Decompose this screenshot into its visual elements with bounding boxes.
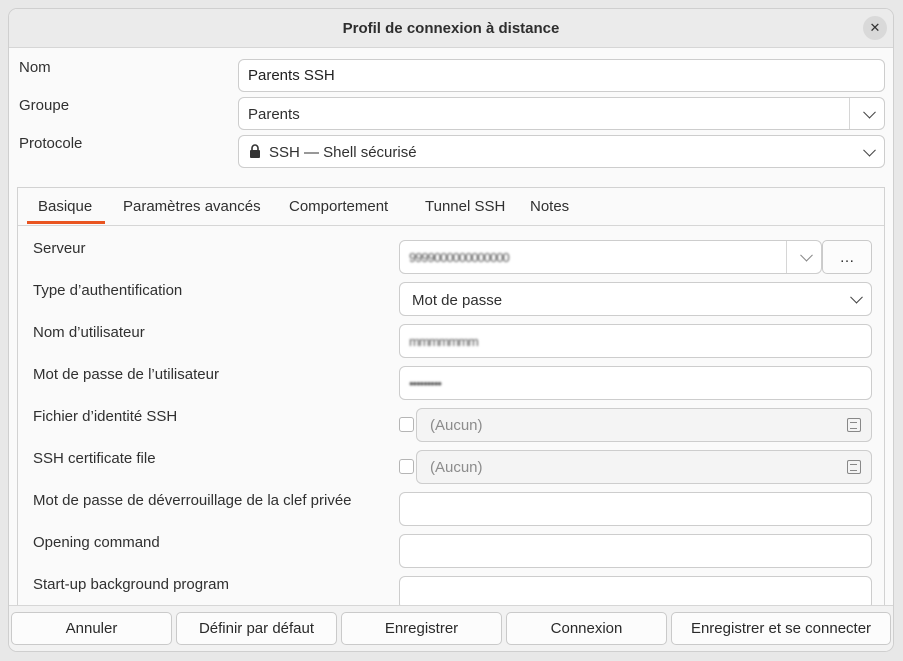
- username-label: Nom d’utilisateur: [33, 324, 145, 341]
- auth-type-label: Type d’authentification: [33, 282, 183, 299]
- server-label: Serveur: [33, 240, 86, 257]
- settings-notebook: Basique Paramètres avancés Comportement …: [17, 187, 885, 610]
- file-icon: [847, 460, 861, 474]
- button-bar: Annuler Définir par défaut Enregistrer C…: [9, 605, 893, 651]
- auth-type-dropdown[interactable]: Mot de passe: [399, 282, 872, 316]
- chevron-down-icon[interactable]: [800, 248, 813, 262]
- name-label: Nom: [19, 59, 51, 76]
- group-combo-separator: [849, 98, 850, 129]
- name-field[interactable]: Parents SSH: [238, 59, 885, 92]
- more-icon: …: [839, 248, 855, 266]
- connect-button[interactable]: Connexion: [506, 612, 667, 645]
- auth-type-value: Mot de passe: [412, 292, 503, 309]
- file-icon: [847, 418, 861, 432]
- password-label: Mot de passe de l’utilisateur: [33, 366, 219, 383]
- server-browse-button[interactable]: …: [822, 240, 872, 274]
- certificate-file-label: SSH certificate file: [33, 450, 156, 467]
- password-field[interactable]: •••••••••: [399, 366, 872, 400]
- username-value: mmmmmmm: [409, 333, 479, 349]
- identity-file-checkbox[interactable]: [399, 417, 414, 432]
- save-button[interactable]: Enregistrer: [341, 612, 502, 645]
- username-field[interactable]: mmmmmmm: [399, 324, 872, 358]
- group-combo[interactable]: Parents: [238, 97, 885, 130]
- unlock-password-label: Mot de passe de déverrouillage de la cle…: [33, 492, 352, 509]
- startup-program-label: Start-up background program: [33, 576, 229, 593]
- certificate-file-chooser[interactable]: (Aucun): [416, 450, 872, 484]
- tab-basique[interactable]: Basique: [38, 198, 92, 215]
- chevron-down-icon[interactable]: [863, 105, 876, 119]
- server-combo-separator: [786, 241, 787, 273]
- group-label: Groupe: [19, 97, 70, 114]
- protocol-dropdown[interactable]: SSH — Shell sécurisé: [238, 135, 885, 168]
- profile-dialog: Profil de connexion à distance ✕ Nom Par…: [8, 8, 894, 652]
- server-combo[interactable]: 9999000000000000: [399, 240, 822, 274]
- set-default-button[interactable]: Définir par défaut: [176, 612, 337, 645]
- save-and-connect-button[interactable]: Enregistrer et se connecter: [671, 612, 891, 645]
- cancel-button[interactable]: Annuler: [11, 612, 172, 645]
- identity-file-label: Fichier d’identité SSH: [33, 408, 178, 425]
- lock-icon: [249, 144, 261, 158]
- chevron-down-icon[interactable]: [850, 290, 863, 304]
- chevron-down-icon[interactable]: [863, 143, 876, 157]
- opening-command-field[interactable]: [399, 534, 872, 568]
- protocol-label: Protocole: [19, 135, 83, 152]
- tab-parametres-avances[interactable]: Paramètres avancés: [123, 198, 261, 215]
- window-title: Profil de connexion à distance: [342, 19, 560, 37]
- identity-file-chooser[interactable]: (Aucun): [416, 408, 872, 442]
- server-value: 9999000000000000: [409, 250, 510, 265]
- identity-file-value: (Aucun): [430, 416, 483, 434]
- protocol-value: SSH — Shell sécurisé: [269, 144, 417, 161]
- active-tab-indicator: [27, 221, 105, 224]
- close-icon: ✕: [869, 20, 881, 35]
- certificate-file-checkbox[interactable]: [399, 459, 414, 474]
- tab-comportement[interactable]: Comportement: [289, 198, 388, 215]
- tab-tunnel-ssh[interactable]: Tunnel SSH: [425, 198, 505, 215]
- tab-notes[interactable]: Notes: [530, 198, 569, 215]
- group-value: Parents: [248, 106, 300, 123]
- opening-command-label: Opening command: [33, 534, 160, 551]
- close-button[interactable]: ✕: [863, 16, 887, 40]
- tab-bar: Basique Paramètres avancés Comportement …: [18, 188, 884, 226]
- titlebar: Profil de connexion à distance ✕: [9, 9, 893, 48]
- name-value: Parents SSH: [248, 67, 335, 84]
- unlock-password-field[interactable]: [399, 492, 872, 526]
- password-value: •••••••••: [409, 375, 442, 391]
- certificate-file-value: (Aucun): [430, 458, 483, 476]
